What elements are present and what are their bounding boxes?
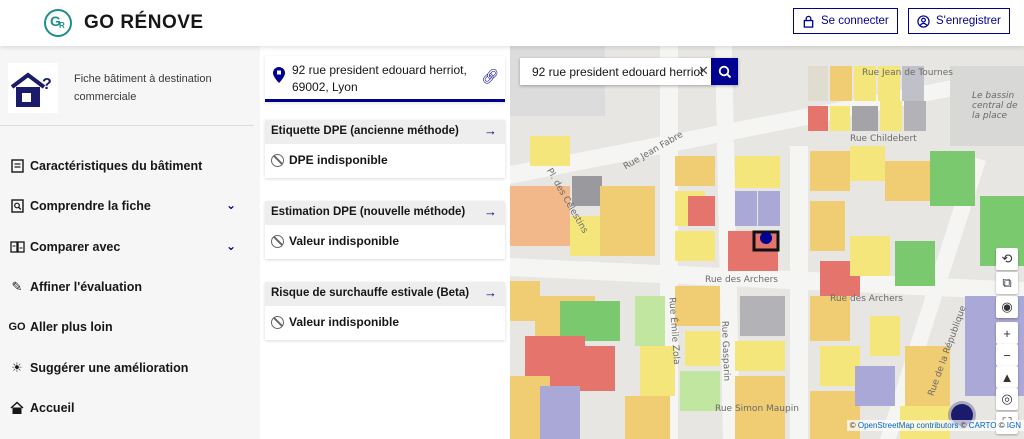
sidebar-item-affiner[interactable]: ✎ Affiner l'évaluation <box>0 267 254 307</box>
arrow-right-icon[interactable]: → <box>484 123 497 138</box>
eye-icon[interactable]: ◉ <box>996 296 1018 318</box>
chevron-down-icon[interactable]: ⌄ <box>226 198 236 212</box>
dpe-new-value: Valeur indisponible <box>265 225 505 257</box>
link-icon: GO <box>8 321 26 334</box>
lock-icon <box>803 15 814 28</box>
login-label: Se connecter <box>821 15 889 27</box>
map-view[interactable]: Rue Jean de Tournes Rue Childebert Rue J… <box>510 46 1024 439</box>
card-value: Valeur indisponible <box>289 234 400 248</box>
sidebar-item-comparer[interactable]: Comparer avec ⌄ <box>0 227 254 267</box>
ign-link[interactable]: IGN <box>1007 421 1021 430</box>
search-document-icon <box>8 197 26 215</box>
chevron-down-icon[interactable]: ⌄ <box>226 239 236 253</box>
zoom-in-icon[interactable]: + <box>996 322 1018 344</box>
zoom-out-icon[interactable]: − <box>996 344 1018 366</box>
dpe-new-card: Estimation DPE (nouvelle méthode) → Vale… <box>265 201 505 259</box>
card-title: Estimation DPE (nouvelle méthode) <box>271 206 466 218</box>
dpe-new-title[interactable]: Estimation DPE (nouvelle méthode) → <box>265 201 505 225</box>
address-text: 92 rue president edouard herriot, 69002,… <box>292 63 467 94</box>
rotate-icon[interactable]: ⟲ <box>996 248 1018 270</box>
card-value: DPE indisponible <box>289 153 388 167</box>
sidebar-menu: Caractéristiques du bâtiment Comprendre … <box>0 146 254 428</box>
street-label: Rue Gasparin <box>719 320 732 382</box>
home-icon <box>8 399 26 417</box>
carto-link[interactable]: CARTO <box>969 421 997 430</box>
sidebar-item-comprendre[interactable]: Comprendre la fiche ⌄ <box>0 186 254 226</box>
layers-icon[interactable]: ⧉ <box>996 272 1018 294</box>
unavailable-icon <box>271 234 284 248</box>
lightbulb-icon: ☀ <box>11 359 23 375</box>
arrow-right-icon[interactable]: → <box>484 204 497 219</box>
clear-icon[interactable]: ✕ <box>698 63 709 79</box>
address-box: 92 rue president edouard herriot, 69002,… <box>265 56 505 102</box>
dpe-old-value: DPE indisponible <box>265 144 505 176</box>
sidebar-divider <box>0 125 254 126</box>
brand-title[interactable]: GO RÉNOVE <box>84 12 204 34</box>
map-search-input[interactable] <box>520 58 710 85</box>
sidebar-item-label: Affiner l'évaluation <box>30 280 143 295</box>
sidebar-item-label: Accueil <box>30 400 75 415</box>
document-icon <box>8 157 26 175</box>
sidebar-item-suggerer[interactable]: ☀ Suggérer une amélioration <box>0 347 254 387</box>
dpe-old-card: Etiquette DPE (ancienne méthode) → DPE i… <box>265 120 505 178</box>
sidebar-item-label: Aller plus loin <box>30 320 113 335</box>
street-label: Rue Childebert <box>850 134 917 144</box>
map-search-box: ✕ <box>520 58 738 85</box>
dpe-old-title[interactable]: Etiquette DPE (ancienne méthode) → <box>265 120 505 144</box>
map-pin-icon <box>273 67 285 83</box>
compare-icon <box>8 238 26 256</box>
info-panel: 92 rue president edouard herriot, 69002,… <box>260 46 510 439</box>
top-header: G R GO RÉNOVE Se connecter S'enregistrer <box>0 0 1024 46</box>
commercial-building-icon: ? <box>8 63 58 113</box>
sidebar-item-label: Caractéristiques du bâtiment <box>30 159 203 174</box>
arrow-right-icon[interactable]: → <box>484 285 497 300</box>
street-label: Rue Simon Maupin <box>715 404 799 414</box>
link-icon[interactable]: 🔗︎ <box>481 68 499 85</box>
osm-link[interactable]: OpenStreetMap contributors <box>858 421 959 430</box>
logo-letter-r: R <box>59 21 65 30</box>
sidebar-item-aller-plus-loin[interactable]: GO Aller plus loin <box>0 307 254 347</box>
user-circle-icon <box>917 14 930 28</box>
street-label: Rue des Archers <box>830 294 903 304</box>
sidebar-item-caracteristiques[interactable]: Caractéristiques du bâtiment <box>0 146 254 186</box>
unavailable-icon <box>271 315 284 329</box>
place-label: Le bassin central de la place <box>972 91 1018 121</box>
map-search-button[interactable] <box>711 58 738 85</box>
pencil-icon: ✎ <box>11 279 23 295</box>
street-label: Rue Jean de Tournes <box>862 68 953 78</box>
sidebar-item-accueil[interactable]: Accueil <box>0 388 254 428</box>
attribution-prefix: © <box>849 421 856 430</box>
register-button[interactable]: S'enregistrer <box>908 8 1010 34</box>
overheat-risk-card: Risque de surchauffe estivale (Beta) → V… <box>265 282 505 340</box>
go-renove-logo-icon[interactable]: G R <box>44 9 72 37</box>
login-button[interactable]: Se connecter <box>793 8 898 34</box>
sidebar-item-label: Comparer avec <box>30 239 121 254</box>
map-attribution: © OpenStreetMap contributors © CARTO © I… <box>846 420 1024 431</box>
unavailable-icon <box>271 153 284 167</box>
sidebar: ? Fiche bâtiment à destination commercia… <box>0 46 260 439</box>
card-title: Etiquette DPE (ancienne méthode) <box>271 125 459 137</box>
overheat-risk-title[interactable]: Risque de surchauffe estivale (Beta) → <box>265 282 505 306</box>
search-icon <box>718 65 731 78</box>
register-label: S'enregistrer <box>936 15 1001 27</box>
overheat-risk-value: Valeur indisponible <box>265 306 505 338</box>
card-value: Valeur indisponible <box>289 315 400 329</box>
sidebar-item-label: Comprendre la fiche <box>30 199 151 214</box>
map-canvas[interactable] <box>510 46 1024 439</box>
locate-icon[interactable]: ◎ <box>996 388 1018 410</box>
card-title: Risque de surchauffe estivale (Beta) <box>271 287 470 299</box>
sidebar-item-label: Suggérer une amélioration <box>30 360 189 375</box>
svg-text:?: ? <box>42 76 52 93</box>
street-label: Rue des Archers <box>705 275 778 285</box>
building-type-title: Fiche bâtiment à destination commerciale <box>74 73 212 103</box>
compass-icon[interactable]: ▲ <box>996 366 1018 388</box>
